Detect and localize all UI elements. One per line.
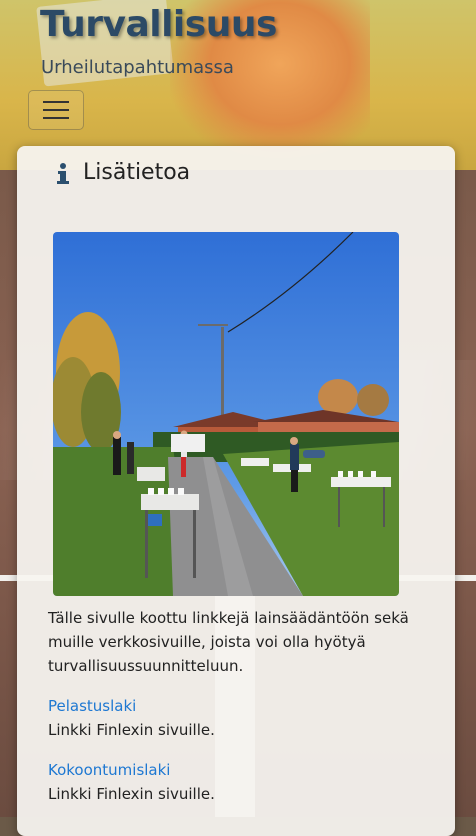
hamburger-menu-icon[interactable] bbox=[28, 90, 84, 130]
site-title[interactable]: Turvallisuus bbox=[40, 4, 277, 45]
link-description: Linkki Finlexin sivuille. bbox=[48, 785, 215, 803]
link-item: Kokoontumislaki Linkki Finlexin sivuille… bbox=[48, 758, 428, 806]
info-icon bbox=[57, 162, 69, 184]
race-photo bbox=[53, 232, 399, 596]
intro-text: Tälle sivulle koottu linkkejä lainsäädän… bbox=[48, 609, 409, 675]
link-kokoontumislaki[interactable]: Kokoontumislaki bbox=[48, 758, 428, 782]
site-subtitle: Urheilutapahtumassa bbox=[41, 57, 234, 78]
info-card: Lisätietoa Tälle sivulle koottu linkkejä… bbox=[17, 146, 455, 836]
card-header: Lisätietoa bbox=[57, 160, 190, 185]
link-item: Pelastuslaki Linkki Finlexin sivuille. bbox=[48, 694, 428, 742]
card-title: Lisätietoa bbox=[83, 160, 191, 185]
site-header: Turvallisuus Urheilutapahtumassa bbox=[0, 0, 476, 140]
link-description: Linkki Finlexin sivuille. bbox=[48, 721, 215, 739]
link-pelastuslaki[interactable]: Pelastuslaki bbox=[48, 694, 428, 718]
